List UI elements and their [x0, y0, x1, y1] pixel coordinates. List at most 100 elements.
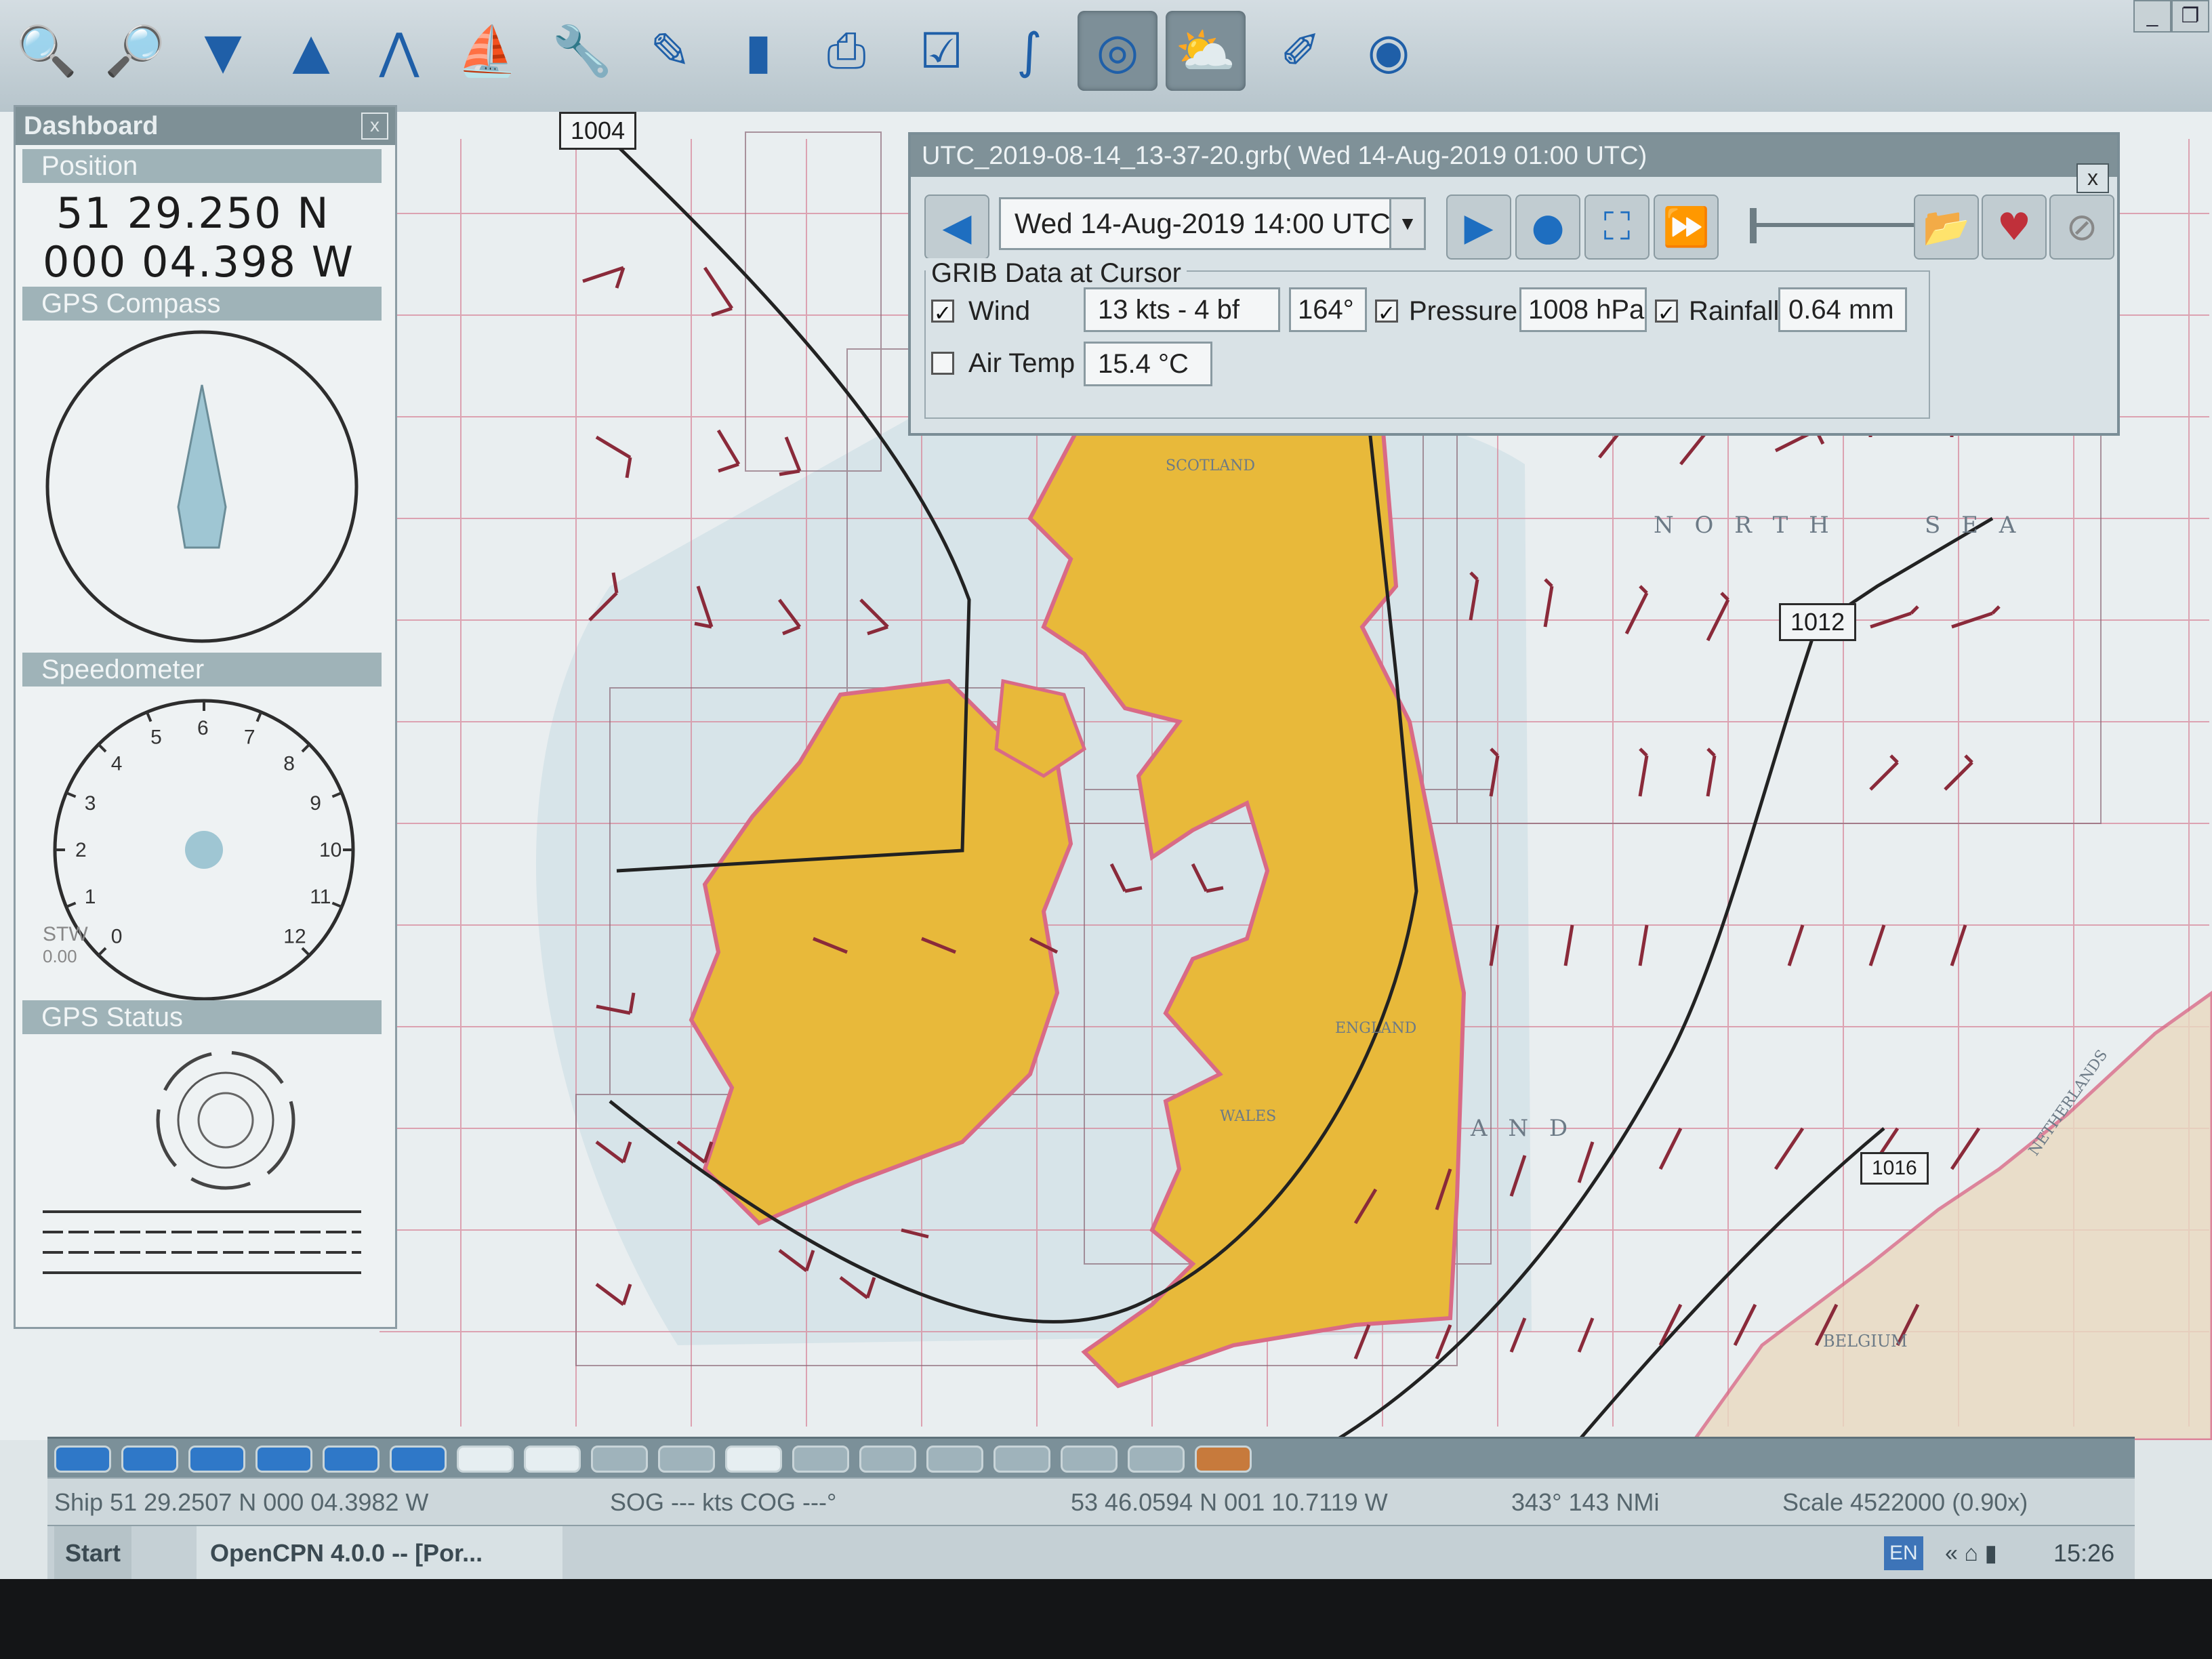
chart-bar-tab[interactable]	[524, 1446, 581, 1473]
status-ship-position: Ship 51 29.2507 N 000 04.3982 W	[54, 1488, 429, 1516]
speed-tick-label: 6	[197, 717, 209, 739]
label-scotland: SCOTLAND	[1166, 457, 1255, 474]
dashboard-close-button[interactable]: x	[361, 112, 388, 140]
chart-bar-tab[interactable]	[926, 1446, 983, 1473]
stw-value: 0.00	[43, 946, 77, 966]
gps-satellite-icon	[156, 1050, 295, 1190]
chart-bar-tab[interactable]	[1061, 1446, 1118, 1473]
speed-tick-label: 0	[111, 925, 123, 947]
stw-label: STW	[43, 923, 88, 945]
tools-icon[interactable]: 🔧	[542, 11, 622, 91]
track-icon[interactable]: ⋀	[359, 11, 439, 91]
wind-checkbox[interactable]: ✓	[931, 300, 954, 325]
gps-compass-title: GPS Compass	[22, 287, 382, 321]
next-time-icon[interactable]: ▶	[1446, 194, 1511, 260]
label-land: A N D	[1471, 1115, 1575, 1142]
start-button[interactable]: Start	[54, 1526, 132, 1579]
pressure-checkbox[interactable]: ✓	[1375, 300, 1398, 325]
speed-tick-label: 4	[111, 753, 123, 775]
dashboard-icon[interactable]: ◎	[1078, 11, 1158, 91]
chart-bar-tab[interactable]	[1128, 1446, 1185, 1473]
monitor-bezel	[0, 1579, 2212, 1659]
chart-bar-tab[interactable]	[457, 1446, 514, 1473]
tray-icons: « ⌂ ▮	[1945, 1540, 1998, 1566]
now-icon[interactable]: ●	[1515, 194, 1580, 260]
label-sea: S E A	[1925, 512, 2023, 539]
route-manager-icon[interactable]: ☑	[901, 11, 981, 91]
rainfall-field: 0.64 mm	[1778, 287, 1907, 332]
color-scheme-icon[interactable]: ▮	[718, 11, 798, 91]
taskbar-opencpn-button[interactable]: OpenCPN 4.0.0 -- [Por...	[197, 1526, 562, 1579]
speed-tick-label: 5	[150, 726, 162, 749]
chart-bar	[47, 1437, 2135, 1479]
chart-bar-tab[interactable]	[188, 1446, 245, 1473]
pressure-field: 1008 hPa	[1519, 287, 1647, 332]
print-icon[interactable]: ⎙	[806, 11, 886, 91]
grib-time-value: Wed 14-Aug-2019 14:00 UTC	[1015, 207, 1391, 239]
rainfall-checkbox[interactable]: ✓	[1655, 300, 1678, 325]
chart-bar-tab[interactable]	[725, 1446, 782, 1473]
language-indicator[interactable]: EN	[1884, 1536, 1923, 1570]
route-icon[interactable]: ▼	[183, 11, 263, 91]
gps-compass-dial	[45, 330, 359, 643]
speedometer-title: Speedometer	[22, 653, 382, 687]
measure-icon[interactable]: ✐	[1261, 11, 1340, 91]
play-icon[interactable]: ⏩	[1654, 194, 1719, 260]
isobar-label-1004: 1004	[559, 112, 637, 150]
position-longitude: 000 04.398 W	[43, 237, 354, 287]
lifebuoy-icon[interactable]: ◉	[1349, 11, 1429, 91]
grib-icon[interactable]: ⛅	[1166, 11, 1246, 91]
chart-bar-tab[interactable]	[323, 1446, 380, 1473]
tide-icon[interactable]: ∫	[989, 11, 1069, 91]
isobar-label-1016: 1016	[1860, 1152, 1929, 1185]
air-temp-field: 15.4 °C	[1084, 342, 1212, 386]
speed-tick-label: 10	[319, 839, 342, 861]
clock: 15:26	[2053, 1539, 2115, 1567]
zoom-in-icon[interactable]: 🔍	[7, 11, 87, 91]
chart-bar-tab[interactable]	[255, 1446, 312, 1473]
grib-time-select[interactable]: Wed 14-Aug-2019 14:00 UTC ▼	[999, 197, 1426, 250]
chart-bar-tab[interactable]	[54, 1446, 111, 1473]
zoom-to-center-icon[interactable]: ⛶	[1584, 194, 1650, 260]
prev-time-icon[interactable]: ◀	[924, 194, 989, 260]
minimize-button[interactable]: _	[2133, 0, 2171, 33]
chart-bar-tab[interactable]	[390, 1446, 447, 1473]
settings-icon[interactable]: ♥	[1982, 194, 2047, 260]
speed-tick-label: 1	[85, 886, 96, 908]
chart-bar-tab[interactable]	[994, 1446, 1050, 1473]
chart-bar-tab[interactable]	[859, 1446, 916, 1473]
status-scale: Scale 4522000 (0.90x)	[1782, 1488, 2028, 1516]
gps-status-title: GPS Status	[22, 1000, 382, 1034]
label-wales: WALES	[1220, 1108, 1277, 1125]
chevron-down-icon[interactable]: ▼	[1389, 199, 1424, 248]
air-temp-label: Air Temp	[968, 348, 1076, 378]
status-cursor-position: 53 46.0594 N 001 10.7119 W	[1071, 1488, 1388, 1516]
restore-button[interactable]: ❐	[2171, 0, 2209, 33]
windows-taskbar: Start OpenCPN 4.0.0 -- [Por... EN « ⌂ ▮ …	[47, 1525, 2135, 1579]
request-icon[interactable]: ⊘	[2049, 194, 2114, 260]
air-temp-checkbox[interactable]	[931, 352, 954, 375]
anchor-icon[interactable]: ▲	[271, 11, 351, 91]
ship-icon[interactable]: ⛵	[447, 11, 527, 91]
speed-tick-label: 7	[244, 726, 255, 749]
grib-data-group-label: GRIB Data at Cursor	[926, 258, 1187, 289]
wind-direction-field: 164°	[1289, 287, 1367, 332]
chart-edit-icon[interactable]: ✎	[630, 11, 710, 91]
label-north: N O R T H	[1654, 512, 1836, 539]
time-slider-thumb[interactable]	[1750, 208, 1757, 243]
chart-bar-tab[interactable]	[1195, 1446, 1252, 1473]
chart-bar-tab[interactable]	[591, 1446, 648, 1473]
zoom-out-icon[interactable]: 🔎	[95, 11, 175, 91]
chart-bar-tab[interactable]	[121, 1446, 178, 1473]
position-title: Position	[22, 149, 382, 183]
chart-bar-tab[interactable]	[792, 1446, 849, 1473]
grib-close-button[interactable]: x	[2076, 163, 2109, 193]
status-bearing-distance: 343° 143 NMi	[1511, 1488, 1660, 1516]
grib-dialog-title: UTC_2019-08-14_13-37-20.grb( Wed 14-Aug-…	[911, 135, 2117, 177]
chart-bar-tab[interactable]	[658, 1446, 715, 1473]
speed-tick-label: 11	[310, 886, 331, 908]
grib-dialog: UTC_2019-08-14_13-37-20.grb( Wed 14-Aug-…	[908, 132, 2120, 436]
opencpn-screen: _ ❐ 1004 1012 1016 N O R T H S E A SCOTL…	[0, 0, 2212, 1579]
open-file-icon[interactable]: 📂	[1914, 194, 1979, 260]
time-slider-track[interactable]	[1751, 223, 1914, 227]
